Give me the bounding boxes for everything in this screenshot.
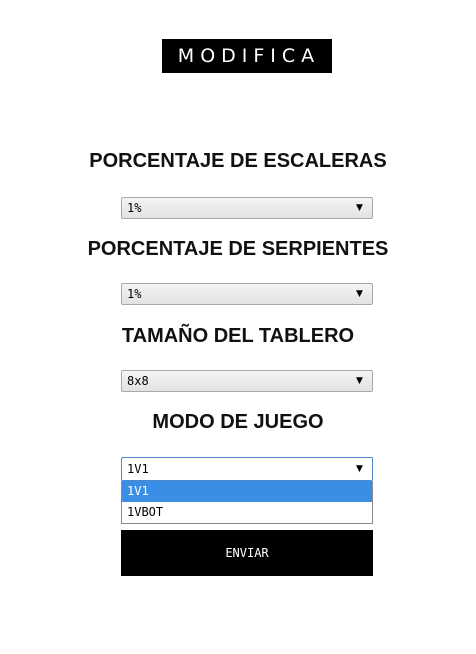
chevron-down-icon: ▼	[356, 203, 363, 213]
page: MODIFICA PORCENTAJE DE ESCALERAS 1% ▼ PO…	[0, 0, 476, 654]
snakes-percentage-select[interactable]: 1% ▼	[121, 283, 373, 305]
game-mode-label: MODO DE JUEGO	[152, 411, 324, 433]
page-title: MODIFICA	[162, 39, 332, 73]
select-value: 8x8	[127, 374, 149, 388]
option-1v1[interactable]: 1V1	[122, 481, 372, 502]
board-size-select[interactable]: 8x8 ▼	[121, 370, 373, 392]
game-mode-select[interactable]: 1V1 ▼	[121, 457, 373, 481]
ladders-percentage-select[interactable]: 1% ▼	[121, 197, 373, 219]
submit-button[interactable]: ENVIAR	[121, 530, 373, 576]
snakes-percentage-label: PORCENTAJE DE SERPIENTES	[87, 238, 389, 260]
game-mode-dropdown-list: 1V1 1VBOT	[121, 481, 373, 524]
chevron-down-icon: ▼	[356, 464, 363, 474]
ladders-percentage-label: PORCENTAJE DE ESCALERAS	[89, 150, 387, 172]
select-value: 1%	[127, 287, 142, 301]
chevron-down-icon: ▼	[356, 289, 363, 299]
board-size-label: TAMAÑO DEL TABLERO	[121, 325, 355, 347]
option-1vbot[interactable]: 1VBOT	[122, 502, 372, 523]
chevron-down-icon: ▼	[356, 376, 363, 386]
select-value: 1V1	[127, 462, 149, 476]
select-value: 1%	[127, 201, 142, 215]
